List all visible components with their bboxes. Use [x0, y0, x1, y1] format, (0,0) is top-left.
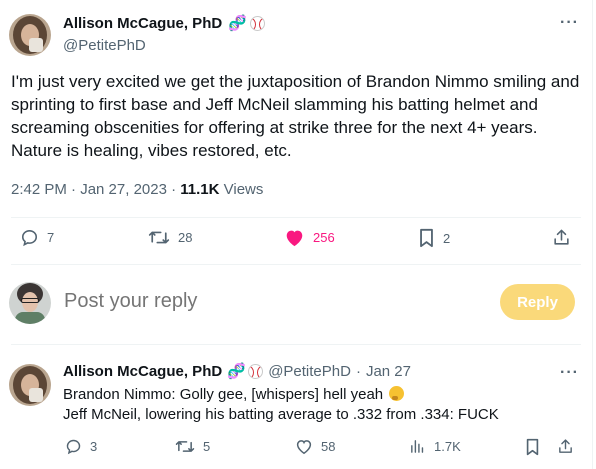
- tweet-meta: 2:42 PM · Jan 27, 2023 · 11.1K Views: [11, 181, 263, 198]
- analytics-icon: [411, 440, 424, 453]
- tweet-text: I'm just very excited we get the juxtapo…: [11, 72, 580, 160]
- reply-count: 3: [90, 439, 98, 454]
- reply-text: Brandon Nimmo: Golly gee, [whispers] hel…: [63, 385, 573, 425]
- author-handle[interactable]: @PetitePhD: [268, 363, 351, 380]
- author-display-name[interactable]: Allison McCague, PhD: [63, 363, 222, 380]
- retweet-button[interactable]: 5: [175, 438, 210, 455]
- reply-timestamp[interactable]: Jan 27: [366, 363, 411, 380]
- reply-text-line: Jeff McNeil, lowering his batting averag…: [63, 406, 499, 423]
- avatar[interactable]: [9, 14, 51, 56]
- current-user-avatar[interactable]: [9, 282, 51, 324]
- avatar[interactable]: [9, 364, 51, 406]
- bookmark-button[interactable]: [525, 438, 540, 456]
- like-button[interactable]: 256: [284, 228, 335, 247]
- bookmark-icon: [420, 228, 433, 248]
- share-icon: [554, 229, 569, 245]
- share-button[interactable]: [557, 438, 574, 455]
- views-count: 1.7K: [434, 439, 461, 454]
- more-options-icon[interactable]: ···: [560, 14, 579, 32]
- baseball-icon: [248, 364, 264, 379]
- reply-text-line: Brandon Nimmo: Golly gee, [whispers] hel…: [63, 385, 573, 405]
- views-button[interactable]: 1.7K: [409, 438, 461, 455]
- share-icon: [559, 439, 572, 453]
- reply-button[interactable]: 7: [20, 228, 54, 247]
- retweet-icon: [175, 441, 195, 452]
- dna-icon: 🧬: [227, 362, 246, 380]
- more-options-icon[interactable]: ···: [560, 364, 579, 382]
- separator-dot: ·: [355, 363, 361, 380]
- views-label: Views: [219, 181, 264, 198]
- like-count: 256: [313, 230, 335, 245]
- heart-filled-icon: [286, 230, 303, 247]
- divider: [11, 264, 581, 265]
- reply-submit-button[interactable]: Reply: [500, 284, 575, 320]
- tweet-actions: 7 28 256 2: [0, 228, 592, 254]
- author-display-name[interactable]: Allison McCague, PhD: [63, 15, 222, 32]
- reply-button[interactable]: 3: [65, 438, 97, 455]
- retweet-count: 5: [203, 439, 211, 454]
- tweet-timestamp[interactable]: 2:42 PM · Jan 27, 2023 ·: [11, 181, 180, 198]
- reply-input[interactable]: [64, 290, 484, 313]
- reply-icon: [66, 439, 81, 455]
- reply-author-row: Allison McCague, PhD 🧬 @PetitePhD · Jan …: [63, 363, 411, 380]
- bookmark-icon: [526, 438, 539, 456]
- like-button[interactable]: 58: [295, 438, 335, 455]
- reply-icon: [21, 229, 38, 247]
- heart-icon: [296, 440, 312, 455]
- reply-actions: 3 5 58 1.7K: [0, 438, 592, 458]
- bookmark-button[interactable]: 2: [418, 228, 450, 248]
- retweet-button[interactable]: 28: [148, 228, 192, 247]
- divider: [11, 217, 581, 218]
- shushing-face-icon: [389, 386, 405, 401]
- author-name-row: Allison McCague, PhD 🧬: [63, 14, 266, 32]
- like-count: 58: [321, 439, 336, 454]
- share-button[interactable]: [552, 228, 571, 247]
- views-count[interactable]: 11.1K: [180, 181, 219, 198]
- author-handle[interactable]: @PetitePhD: [63, 37, 146, 54]
- retweet-count: 28: [178, 230, 193, 245]
- bookmark-count: 2: [443, 230, 451, 246]
- baseball-icon: [250, 16, 266, 31]
- column-border: [592, 0, 593, 469]
- reply-count: 7: [47, 230, 55, 245]
- dna-icon: 🧬: [228, 14, 247, 32]
- divider: [11, 344, 581, 345]
- retweet-icon: [148, 231, 170, 244]
